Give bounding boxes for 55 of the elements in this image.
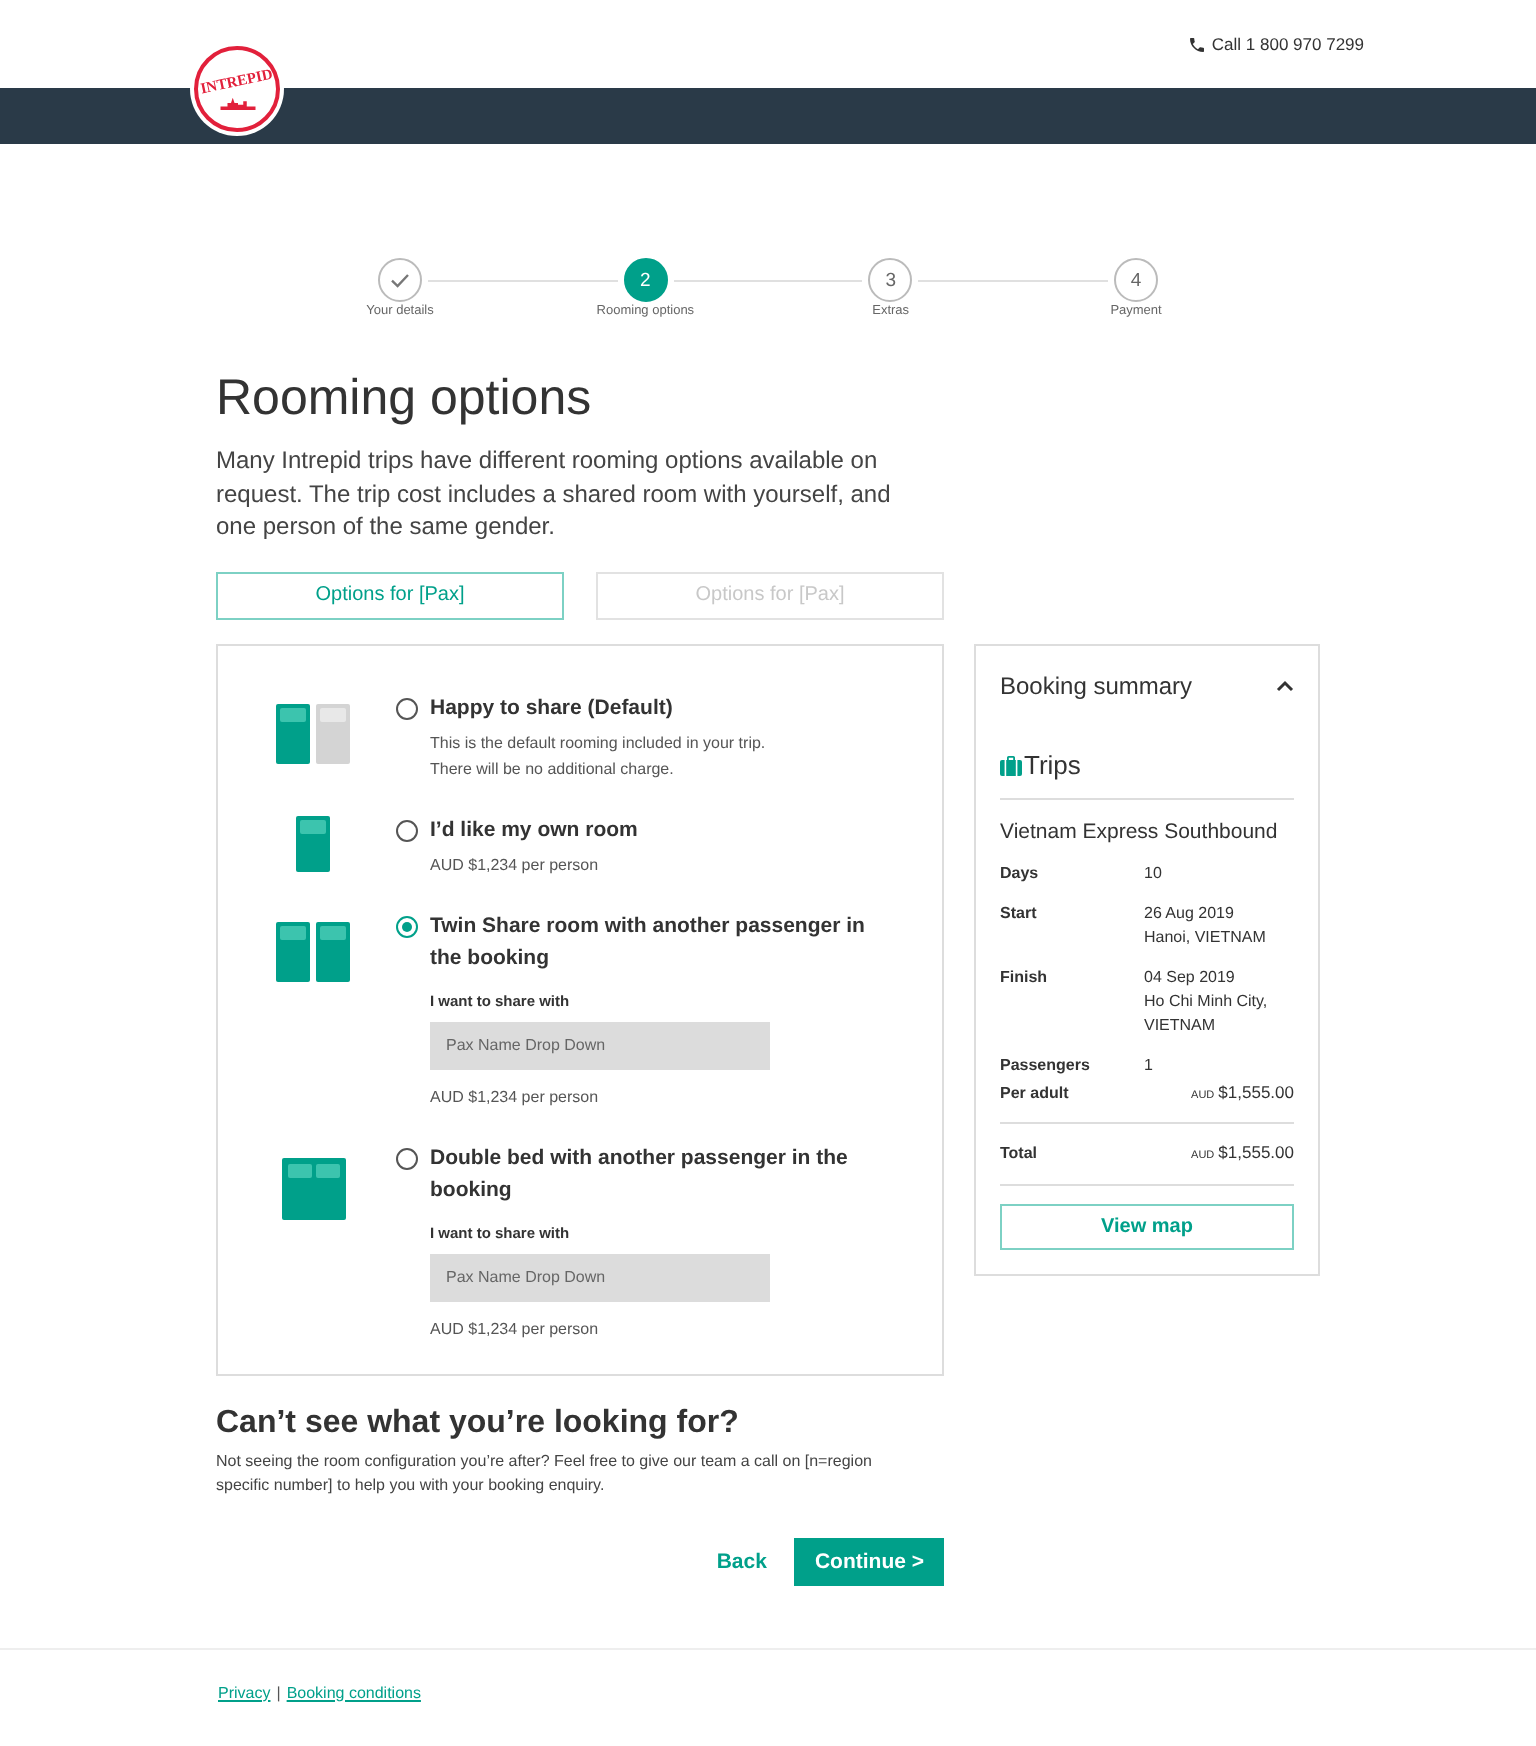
price-amount: $1,555.00 [1218, 1139, 1294, 1163]
single-bed-icon [296, 815, 330, 871]
price-amount: $1,555.00 [1218, 1079, 1294, 1103]
dropdown-field[interactable]: Pax Name Drop Down [430, 1253, 770, 1301]
option-description: This is the default rooming included in your trip. [430, 731, 766, 755]
section-title: Trips [1024, 749, 1081, 781]
page-title: Rooming options [216, 368, 594, 428]
skyline-icon [219, 95, 255, 109]
detail-label: Finish [1000, 965, 1050, 989]
total-label: Total [1000, 1141, 1038, 1165]
double-bed-icon [281, 1157, 345, 1219]
option-price: AUD $1,234 per person [430, 1317, 599, 1341]
trip-name: Vietnam Express Southbound [1000, 817, 1280, 845]
two-beds-icon [276, 921, 350, 981]
phone-icon [1189, 37, 1204, 51]
phone-number[interactable]: Call 1 800 970 7299 [1211, 32, 1364, 56]
radio-button[interactable] [396, 915, 418, 937]
help-text: Not seeing the room configuration you’re after? Feel free to give our team a call on [n=region specific number] to help you with your booking enquiry. [216, 1449, 874, 1497]
view-map-button[interactable]: View map [1000, 1203, 1294, 1249]
detail-value: 10 [1144, 861, 1162, 885]
detail-label: Start [1000, 901, 1039, 925]
pax-tab[interactable]: Options for [Pax] [216, 571, 564, 619]
continue-button[interactable]: Continue > [794, 1537, 944, 1585]
detail-label: Passengers [1000, 1053, 1092, 1077]
intro-text: Many Intrepid trips have different rooming options available on request. The trip cost includes a shared room with yourself, and one person of the same gender. [216, 444, 893, 543]
radio-button[interactable] [396, 697, 418, 719]
detail-value: 1 [1144, 1053, 1153, 1077]
footer-link[interactable]: Booking conditions [286, 1681, 421, 1705]
detail-value: 04 Sep 2019 [1144, 965, 1235, 989]
option-title: Happy to share (Default) [430, 693, 675, 723]
dropdown-field[interactable]: Pax Name Drop Down [430, 1021, 770, 1069]
footer-link[interactable]: Privacy [218, 1681, 271, 1705]
help-title: Can’t see what you’re looking for? [216, 1403, 741, 1443]
option-description: There will be no additional charge. [430, 757, 674, 781]
detail-value: Hanoi, VIETNAM [1144, 925, 1266, 949]
option-price: AUD $1,234 per person [430, 853, 599, 877]
detail-label: Per adult [1000, 1081, 1069, 1105]
suitcase-icon [1000, 755, 1022, 775]
step-number: 4 [1114, 258, 1159, 302]
chevron-up-icon[interactable] [1276, 679, 1294, 691]
detail-label: Days [1000, 861, 1041, 885]
summary-title: Booking summary [1000, 669, 1193, 701]
option-title: Double bed with another passenger in the booking [430, 1143, 850, 1205]
detail-value: 26 Aug 2019 [1144, 901, 1234, 925]
two-beds-icon [276, 703, 350, 763]
link-separator: | [276, 1681, 281, 1705]
step-number: 2 [623, 258, 668, 302]
option-price: AUD $1,234 per person [430, 1085, 599, 1109]
back-button[interactable]: Back [716, 1549, 767, 1573]
radio-button[interactable] [396, 1147, 418, 1169]
detail-value: Ho Chi Minh City, VIETNAM [1144, 989, 1270, 1037]
step-number: 3 [868, 258, 913, 302]
option-title: Twin Share room with another passenger in the booking [430, 911, 867, 973]
radio-button[interactable] [396, 819, 418, 841]
option-title: I’d like my own room [430, 815, 640, 845]
